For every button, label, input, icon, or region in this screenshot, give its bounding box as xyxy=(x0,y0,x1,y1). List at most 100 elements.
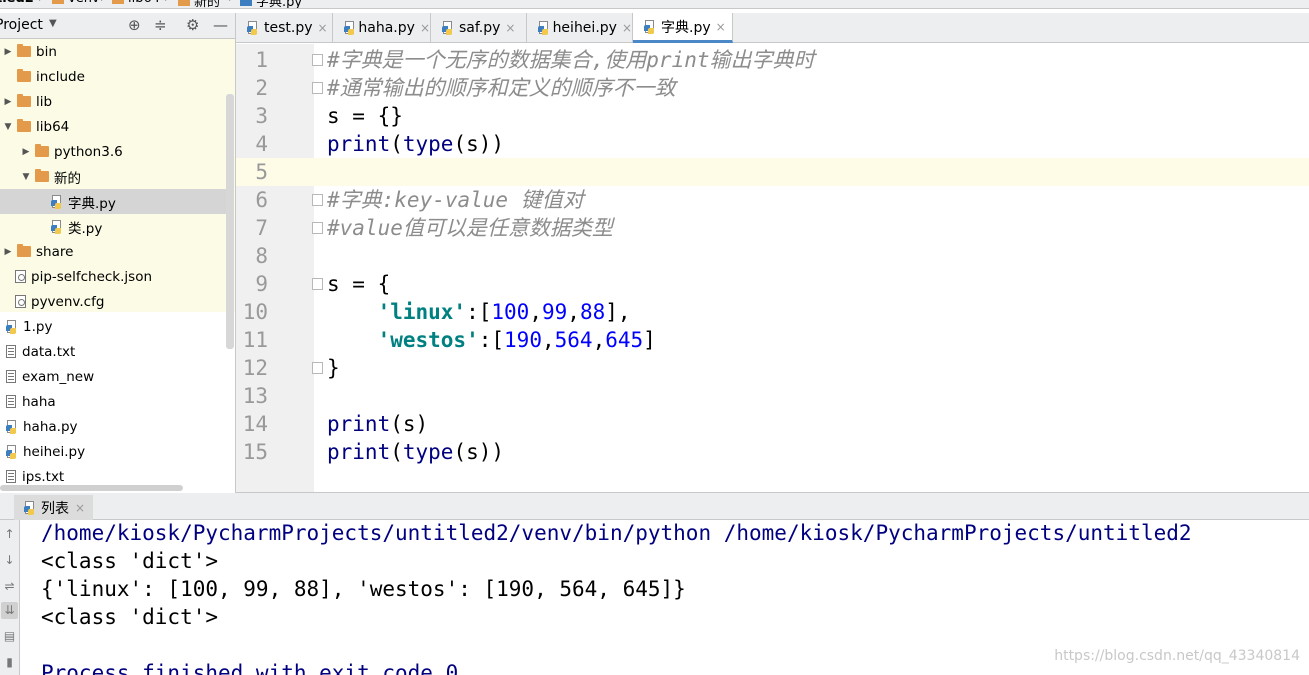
editor-tabs: test.py × haha.py × saf.py × heihei.py × 字典.py × xyxy=(236,13,1309,43)
tree-item[interactable]: ▶ bin xyxy=(0,39,226,64)
config-file-icon xyxy=(15,295,26,308)
tree-item-label: haha.py xyxy=(23,418,78,435)
tree-item[interactable]: exam_new xyxy=(0,364,226,389)
editor-tab[interactable]: haha.py × xyxy=(333,13,431,42)
close-icon[interactable]: × xyxy=(75,501,85,515)
python-file-icon xyxy=(644,19,656,34)
chevron-down-icon[interactable]: ▼ xyxy=(21,172,31,182)
tree-item[interactable]: heihei.py xyxy=(0,439,226,464)
tree-item[interactable]: include xyxy=(0,64,226,89)
tree-item[interactable]: ▶ python3.6 xyxy=(0,139,226,164)
fold-marker-icon[interactable] xyxy=(312,278,323,290)
close-icon[interactable]: × xyxy=(716,20,726,34)
close-icon[interactable]: × xyxy=(420,21,430,35)
folder-icon xyxy=(17,244,31,257)
python-file-icon xyxy=(247,20,259,35)
breadcrumb: tled2 › venv › lib64 › 新的 › 字典.py xyxy=(0,0,1309,9)
tree-item[interactable]: ▶ lib xyxy=(0,89,226,114)
close-icon[interactable]: × xyxy=(622,21,632,35)
print-icon[interactable]: ▤ xyxy=(1,628,18,645)
fold-marker-icon[interactable] xyxy=(312,222,323,234)
tree-horizontal-scrollbar[interactable] xyxy=(0,485,183,491)
tree-item[interactable]: haha xyxy=(0,389,226,414)
chevron-down-icon[interactable]: ▼ xyxy=(49,18,57,29)
chevron-down-icon[interactable]: ▼ xyxy=(3,122,13,132)
breadcrumb-item[interactable]: 字典.py xyxy=(240,0,302,8)
code-line: s = {} xyxy=(327,104,403,128)
arrow-up-icon[interactable]: ↑ xyxy=(1,526,18,543)
editor-tab[interactable]: heihei.py × xyxy=(527,13,633,42)
line-number: 5 xyxy=(255,160,268,184)
fold-marker-icon[interactable] xyxy=(312,54,323,66)
python-file-icon xyxy=(6,319,18,334)
editor-tab[interactable]: 字典.py × xyxy=(633,13,733,43)
arrow-down-icon[interactable]: ↓ xyxy=(1,552,18,569)
line-number: 3 xyxy=(255,104,268,128)
tree-item[interactable]: pyvenv.cfg xyxy=(0,289,226,314)
tree-item-label: bin xyxy=(36,43,57,60)
code-line: #value值可以是任意数据类型 xyxy=(327,216,613,240)
text-file-icon xyxy=(6,345,16,358)
tree-item-label: ips.txt xyxy=(22,468,65,485)
line-number: 8 xyxy=(255,244,268,268)
tree-item[interactable]: data.txt xyxy=(0,339,226,364)
chevron-right-icon[interactable]: ▶ xyxy=(3,247,13,257)
folder-icon xyxy=(178,0,190,6)
tree-scrollbar[interactable] xyxy=(226,94,234,349)
line-number: 4 xyxy=(255,132,268,156)
scroll-to-end-icon[interactable]: ⇊ xyxy=(1,602,18,619)
tree-item[interactable]: ▼ lib64 xyxy=(0,114,226,139)
project-panel-title[interactable]: Project xyxy=(0,17,43,33)
line-number: 1 xyxy=(255,48,268,72)
minimize-icon[interactable]: — xyxy=(213,16,228,34)
collapse-icon[interactable]: ≑ xyxy=(154,16,167,34)
editor-tab-label: 字典.py xyxy=(661,19,711,36)
line-number: 15 xyxy=(242,440,268,464)
breadcrumb-item[interactable]: tled2 xyxy=(0,0,34,6)
folder-icon xyxy=(35,144,49,157)
breadcrumb-item[interactable]: venv xyxy=(52,0,100,6)
tree-item[interactable]: 1.py xyxy=(0,314,226,339)
python-file-icon xyxy=(6,419,18,434)
code-line: s = { xyxy=(327,272,391,296)
fold-marker-icon[interactable] xyxy=(312,82,323,94)
run-panel-header: 列表 × xyxy=(0,493,1309,520)
editor-tab-label: saf.py xyxy=(459,19,501,36)
fold-marker-icon[interactable] xyxy=(312,194,323,206)
editor-tab[interactable]: saf.py × xyxy=(431,13,527,42)
console-line: Process finished with exit code 0 xyxy=(41,661,459,675)
fold-marker-icon[interactable] xyxy=(312,362,323,374)
tree-item[interactable]: 字典.py xyxy=(0,189,226,214)
breadcrumb-item[interactable]: lib64 xyxy=(112,0,160,6)
code-editor[interactable]: 1 #字典是一个无序的数据集合,使用print输出字典时 2 #通常输出的顺序和定义的… xyxy=(236,44,1309,493)
tree-item[interactable]: ▼ 新的 xyxy=(0,164,226,189)
globe-icon[interactable]: ⊕ xyxy=(128,16,141,34)
tree-item[interactable]: pip-selfcheck.json xyxy=(0,264,226,289)
line-number: 11 xyxy=(242,328,268,352)
watermark: https://blog.csdn.net/qq_43340814 xyxy=(1054,648,1300,664)
chevron-right-icon[interactable]: ▶ xyxy=(21,147,31,157)
tree-item-label: heihei.py xyxy=(23,443,86,460)
chevron-right-icon[interactable]: ▶ xyxy=(3,47,13,57)
run-tab[interactable]: 列表 × xyxy=(14,495,94,520)
tree-item[interactable]: haha.py xyxy=(0,414,226,439)
close-icon[interactable]: × xyxy=(318,21,328,35)
code-line: print(type(s)) xyxy=(327,132,505,156)
chevron-right-icon[interactable]: ▶ xyxy=(3,97,13,107)
code-line: #字典是一个无序的数据集合,使用print输出字典时 xyxy=(327,48,815,72)
folder-icon xyxy=(17,44,31,57)
tree-item-label: 类.py xyxy=(68,220,103,237)
tree-item-label: haha xyxy=(22,393,56,410)
breadcrumb-item[interactable]: 新的 xyxy=(178,0,220,8)
folder-icon xyxy=(112,0,124,4)
tree-item-label: 新的 xyxy=(54,170,81,187)
gear-icon[interactable]: ⚙ xyxy=(186,16,199,34)
editor-tab[interactable]: test.py × xyxy=(236,13,333,42)
line-number: 7 xyxy=(255,216,268,240)
close-icon[interactable]: × xyxy=(505,21,515,35)
trash-icon[interactable]: ▮ xyxy=(1,654,18,671)
tree-item[interactable]: ▶ share xyxy=(0,239,226,264)
line-number: 10 xyxy=(242,300,268,324)
soft-wrap-icon[interactable]: ⇌ xyxy=(1,578,18,595)
tree-item[interactable]: 类.py xyxy=(0,214,226,239)
